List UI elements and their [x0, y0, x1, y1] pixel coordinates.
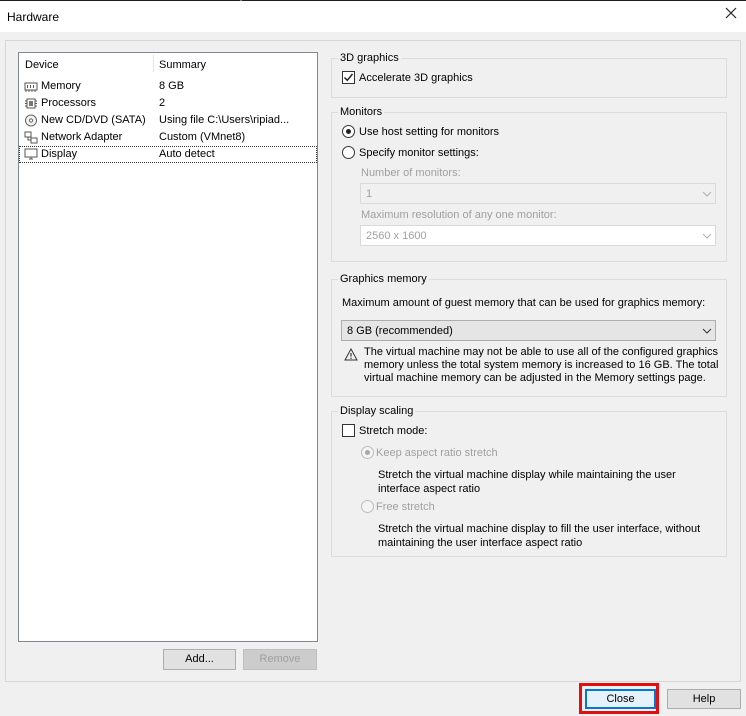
group-label-3d-graphics: 3D graphics — [338, 52, 401, 64]
stretch-mode-checkbox[interactable] — [342, 424, 355, 437]
chevron-down-icon — [702, 233, 712, 239]
device-list-header: Device Summary — [19, 53, 317, 73]
max-resolution-label: Maximum resolution of any one monitor: — [361, 209, 557, 221]
number-of-monitors-label: Number of monitors: — [361, 167, 461, 179]
device-row-memory[interactable]: Memory 8 GB — [19, 78, 317, 95]
specify-monitor-radio[interactable] — [342, 146, 355, 159]
device-summary: Using file C:\Users\ripiad... — [159, 114, 290, 126]
add-device-button[interactable]: Add... — [163, 649, 236, 670]
number-of-monitors-select[interactable]: 1 — [360, 183, 716, 204]
device-name: New CD/DVD (SATA) — [41, 114, 146, 126]
checkmark-icon — [343, 73, 354, 82]
memory-icon — [24, 82, 38, 92]
display-icon — [24, 148, 38, 160]
free-stretch-label[interactable]: Free stretch — [376, 501, 435, 513]
processor-icon — [25, 98, 37, 109]
graphics-memory-value: 8 GB (recommended) — [347, 325, 453, 337]
device-name: Memory — [41, 80, 81, 92]
group-label-monitors: Monitors — [338, 106, 385, 118]
device-row-processors[interactable]: Processors 2 — [19, 95, 317, 112]
warning-icon — [344, 348, 358, 361]
column-header-device[interactable]: Device — [25, 59, 59, 71]
device-name: Network Adapter — [41, 131, 123, 143]
column-header-summary[interactable]: Summary — [159, 59, 206, 71]
group-label-graphics-memory: Graphics memory — [338, 273, 429, 285]
device-summary: 8 GB — [159, 80, 185, 92]
keep-aspect-ratio-label[interactable]: Keep aspect ratio stretch — [376, 447, 498, 459]
chevron-down-icon — [702, 191, 712, 197]
help-button[interactable]: Help — [667, 689, 741, 709]
stretch-mode-label[interactable]: Stretch mode: — [359, 425, 427, 437]
network-adapter-icon — [24, 131, 38, 144]
keep-aspect-ratio-radio[interactable] — [361, 446, 374, 459]
accelerate-3d-checkbox[interactable] — [342, 71, 355, 84]
graphics-memory-warning: The virtual machine may not be able to u… — [364, 346, 719, 384]
cd-dvd-icon — [25, 114, 37, 127]
device-row-cd-dvd[interactable]: New CD/DVD (SATA) Using file C:\Users\ri… — [19, 112, 317, 129]
device-name: Processors — [41, 97, 97, 109]
column-separator[interactable] — [153, 55, 154, 72]
number-of-monitors-value: 1 — [366, 188, 373, 200]
close-button[interactable]: Close — [585, 689, 656, 709]
device-list[interactable]: Device Summary Memory 8 GB Processors 2 … — [18, 52, 318, 642]
use-host-setting-label[interactable]: Use host setting for monitors — [359, 126, 499, 138]
keep-aspect-ratio-description: Stretch the virtual machine display whil… — [378, 469, 676, 495]
accelerate-3d-label[interactable]: Accelerate 3D graphics — [359, 72, 473, 84]
remove-device-button[interactable]: Remove — [243, 649, 317, 670]
graphics-memory-select[interactable]: 8 GB (recommended) — [341, 320, 716, 341]
window-title: Hardware — [7, 10, 60, 24]
free-stretch-radio[interactable] — [361, 500, 374, 513]
device-summary: Custom (VMnet8) — [159, 131, 246, 143]
close-icon[interactable] — [724, 6, 738, 20]
device-summary: Auto detect — [159, 148, 215, 160]
graphics-memory-description: Maximum amount of guest memory that can … — [342, 297, 706, 309]
max-resolution-value: 2560 x 1600 — [366, 230, 427, 242]
group-label-display-scaling: Display scaling — [338, 405, 416, 417]
device-name: Display — [41, 148, 78, 160]
use-host-setting-radio[interactable] — [342, 125, 355, 138]
device-row-network-adapter[interactable]: Network Adapter Custom (VMnet8) — [19, 129, 317, 146]
device-summary: 2 — [159, 97, 166, 109]
specify-monitor-label[interactable]: Specify monitor settings: — [359, 147, 479, 159]
device-row-display[interactable]: Display Auto detect — [19, 146, 317, 163]
free-stretch-description: Stretch the virtual machine display to f… — [378, 523, 701, 549]
title-bar: Hardware — [0, 1, 746, 32]
chevron-down-icon — [702, 328, 712, 334]
max-resolution-select[interactable]: 2560 x 1600 — [360, 225, 716, 246]
